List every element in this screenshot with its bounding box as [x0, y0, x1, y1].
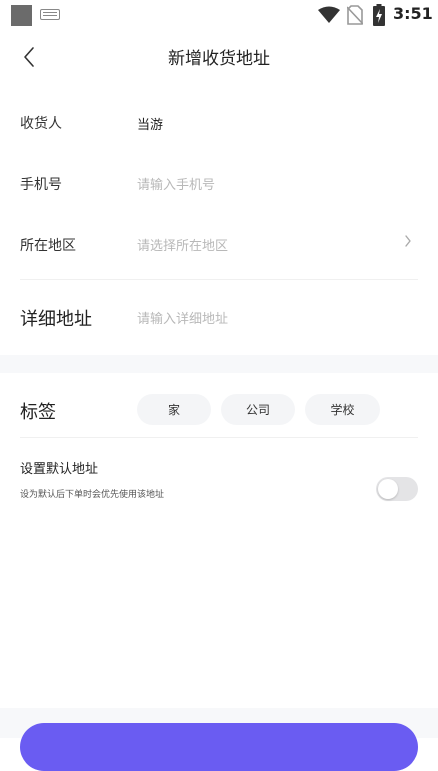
- phone-input[interactable]: 请输入手机号: [137, 174, 397, 193]
- no-sim-icon: [347, 5, 363, 25]
- chevron-right-icon[interactable]: [404, 234, 412, 248]
- tags-label: 标签: [20, 402, 56, 423]
- section-separator: [0, 355, 438, 373]
- tag-company[interactable]: 公司: [221, 394, 295, 425]
- divider: [20, 437, 418, 438]
- app-notification-icon: [11, 5, 32, 26]
- default-address-toggle[interactable]: [376, 477, 418, 501]
- region-label: 所在地区: [20, 238, 76, 254]
- keyboard-icon: [40, 9, 60, 20]
- clock: 3:51: [393, 4, 433, 23]
- default-address-subtitle: 设为默认后下单时会优先使用该地址: [20, 490, 165, 500]
- status-bar: 3:51: [0, 0, 438, 30]
- wifi-icon: [318, 6, 340, 23]
- phone-label: 手机号: [20, 177, 62, 193]
- recipient-label: 收货人: [20, 116, 62, 132]
- divider: [20, 279, 418, 280]
- tag-home[interactable]: 家: [137, 394, 211, 425]
- save-button[interactable]: [20, 723, 418, 771]
- tag-school[interactable]: 学校: [305, 394, 380, 425]
- recipient-input[interactable]: 当游: [137, 114, 163, 133]
- page-title: 新增收货地址: [168, 49, 270, 69]
- address-label: 详细地址: [20, 309, 92, 330]
- default-address-title: 设置默认地址: [20, 462, 99, 477]
- address-input[interactable]: 请输入详细地址: [137, 308, 397, 327]
- battery-charging-icon: [373, 4, 385, 26]
- region-select[interactable]: 请选择所在地区: [137, 235, 397, 254]
- toggle-knob: [378, 479, 398, 499]
